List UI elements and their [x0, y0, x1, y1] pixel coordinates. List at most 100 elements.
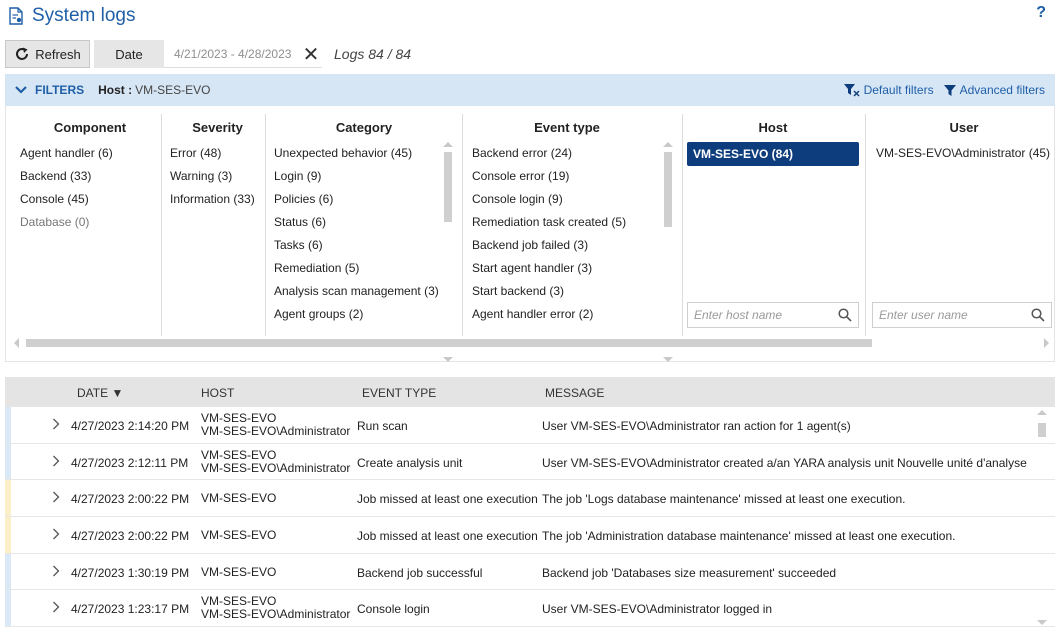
divider [161, 114, 162, 336]
scrollbar-thumb[interactable] [26, 339, 872, 347]
row-host: VM-SES-EVO [201, 492, 276, 505]
scrollbar-thumb[interactable] [444, 152, 452, 222]
refresh-icon [16, 47, 29, 60]
active-filter-key: Host : [98, 83, 133, 97]
user-search-input[interactable]: Enter user name [872, 302, 1052, 328]
table-row[interactable]: 4/27/2023 2:00:22 PM VM-SES-EVO Job missed… [5, 480, 1055, 518]
refresh-button[interactable]: Refresh [5, 40, 90, 68]
filter-option[interactable]: Remediation (5) [274, 257, 454, 280]
divider [865, 114, 866, 336]
filter-option[interactable]: Console login (9) [472, 188, 662, 211]
event-type-scrollbar[interactable] [663, 142, 673, 362]
filters-horizontal-scrollbar[interactable] [14, 338, 1049, 348]
scrollbar-thumb[interactable] [1038, 423, 1046, 437]
filter-option[interactable]: Start agent handler (3) [472, 257, 662, 280]
chevron-down-icon[interactable] [15, 85, 27, 95]
help-button[interactable]: ? [1036, 4, 1046, 22]
close-icon[interactable]: ✕ [302, 40, 320, 68]
filter-option[interactable]: Error (48) [170, 142, 265, 165]
filter-option[interactable]: Login (9) [274, 165, 454, 188]
row-date: 4/27/2023 2:12:11 PM [71, 455, 189, 470]
filters-bar: FILTERS Host : VM-SES-EVO Default filter… [5, 74, 1055, 106]
column-event-type[interactable]: EVENT TYPE [362, 386, 436, 400]
filter-option[interactable]: Agent handler error (2) [472, 303, 662, 326]
filters-panel: Component Agent handler (6) Backend (33)… [5, 106, 1055, 362]
host-option-selected[interactable]: VM-SES-EVO (84) [687, 142, 859, 166]
filter-option[interactable]: Tasks (6) [274, 234, 454, 257]
component-filter: Component Agent handler (6) Backend (33)… [20, 106, 160, 334]
table-scrollbar[interactable] [1037, 410, 1047, 625]
column-message[interactable]: MESSAGE [545, 386, 604, 400]
column-date[interactable]: DATE ▼ [77, 386, 123, 400]
scroll-up-arrow [443, 142, 453, 147]
advanced-filters-label: Advanced filters [959, 83, 1045, 97]
chevron-right-icon[interactable] [52, 491, 60, 503]
filter-option[interactable]: Analysis scan management (3) [274, 280, 454, 303]
chevron-right-icon[interactable] [52, 601, 60, 613]
filter-option[interactable]: Database (0) [20, 211, 160, 234]
scroll-down-arrow [1037, 620, 1047, 625]
scroll-right-arrow [1044, 338, 1049, 348]
category-scrollbar[interactable] [443, 142, 453, 362]
event-type-filter: Event type Backend error (24) Console er… [472, 106, 662, 334]
category-header: Category [335, 120, 393, 135]
component-header: Component [53, 120, 127, 135]
filter-option[interactable]: Backend job failed (3) [472, 234, 662, 257]
column-host[interactable]: HOST [201, 386, 234, 400]
filter-icon [943, 84, 956, 96]
search-icon[interactable] [838, 308, 852, 322]
table-row[interactable]: 4/27/2023 1:30:19 PM VM-SES-EVO Backend jo… [5, 553, 1055, 591]
row-event-type: Create analysis unit [357, 455, 463, 470]
filter-option[interactable]: Start backend (3) [472, 280, 662, 303]
chevron-right-icon[interactable] [52, 528, 60, 540]
divider [265, 114, 266, 336]
scrollbar-thumb[interactable] [664, 152, 672, 227]
table-row[interactable]: 4/27/2023 1:23:17 PM VM-SES-EVO VM-SES-EVO… [5, 590, 1055, 628]
filter-option[interactable]: Agent handler (6) [20, 142, 160, 165]
row-host: VM-SES-EVO VM-SES-EVO\Administrator [201, 595, 350, 621]
divider [462, 114, 463, 336]
date-button[interactable]: Date [94, 40, 164, 68]
filter-option[interactable]: Warning (3) [170, 165, 265, 188]
table-row[interactable]: 4/27/2023 2:12:11 PM VM-SES-EVO VM-SES-EVO… [5, 443, 1055, 481]
default-filters-link[interactable]: Default filters [843, 83, 934, 97]
chevron-right-icon[interactable] [52, 418, 60, 430]
filter-option[interactable]: Console error (19) [472, 165, 662, 188]
row-message: The job 'Administration database mainten… [542, 529, 956, 544]
filter-option[interactable]: VM-SES-EVO\Administrator (45) [872, 142, 1056, 165]
host-filter: Host VM-SES-EVO (84) [687, 106, 859, 334]
filter-option[interactable]: Status (6) [274, 211, 454, 234]
scroll-down-arrow [443, 357, 453, 362]
row-user-name: VM-SES-EVO\Administrator [201, 424, 351, 438]
filter-option[interactable]: Unexpected behavior (45) [274, 142, 454, 165]
filters-toggle[interactable]: FILTERS [35, 83, 84, 97]
page-title: System logs [32, 5, 136, 26]
filter-option[interactable]: Policies (6) [274, 188, 454, 211]
host-search-input[interactable]: Enter host name [687, 302, 859, 328]
severity-stripe [5, 407, 11, 443]
row-event-type: Job missed at least one execution [357, 529, 538, 544]
filter-option[interactable]: Backend error (24) [472, 142, 662, 165]
chevron-right-icon[interactable] [52, 455, 60, 467]
toolbar: Refresh Date 4/21/2023 - 4/28/2023 ✕ Log… [5, 40, 411, 68]
filter-option[interactable]: Agent groups (2) [274, 303, 454, 326]
search-icon[interactable] [1031, 308, 1045, 322]
page-header: System logs [8, 2, 135, 30]
filter-option[interactable]: Console (45) [20, 188, 160, 211]
filter-option[interactable]: Information (33) [170, 188, 265, 211]
table-row[interactable]: 4/27/2023 2:14:20 PM VM-SES-EVO VM-SES-EVO… [5, 407, 1055, 444]
scroll-left-arrow [14, 338, 19, 348]
chevron-right-icon[interactable] [52, 565, 60, 577]
row-message: Backend job 'Databases size measurement'… [542, 565, 837, 580]
severity-stripe [5, 590, 11, 627]
row-user-name: VM-SES-EVO\Administrator [201, 460, 351, 475]
filter-option[interactable]: Remediation task created (5) [472, 211, 662, 234]
filter-clear-icon [843, 84, 860, 97]
filter-option[interactable]: Backend (33) [20, 165, 160, 188]
table-row[interactable]: 4/27/2023 2:00:22 PM VM-SES-EVO Job missed… [5, 517, 1055, 554]
advanced-filters-link[interactable]: Advanced filters [943, 83, 1045, 97]
date-range-field[interactable]: 4/21/2023 - 4/28/2023 [164, 40, 322, 68]
scroll-up-arrow [663, 142, 673, 147]
row-date: 4/27/2023 1:23:17 PM [71, 602, 190, 617]
active-filter-value: VM-SES-EVO [135, 83, 211, 97]
